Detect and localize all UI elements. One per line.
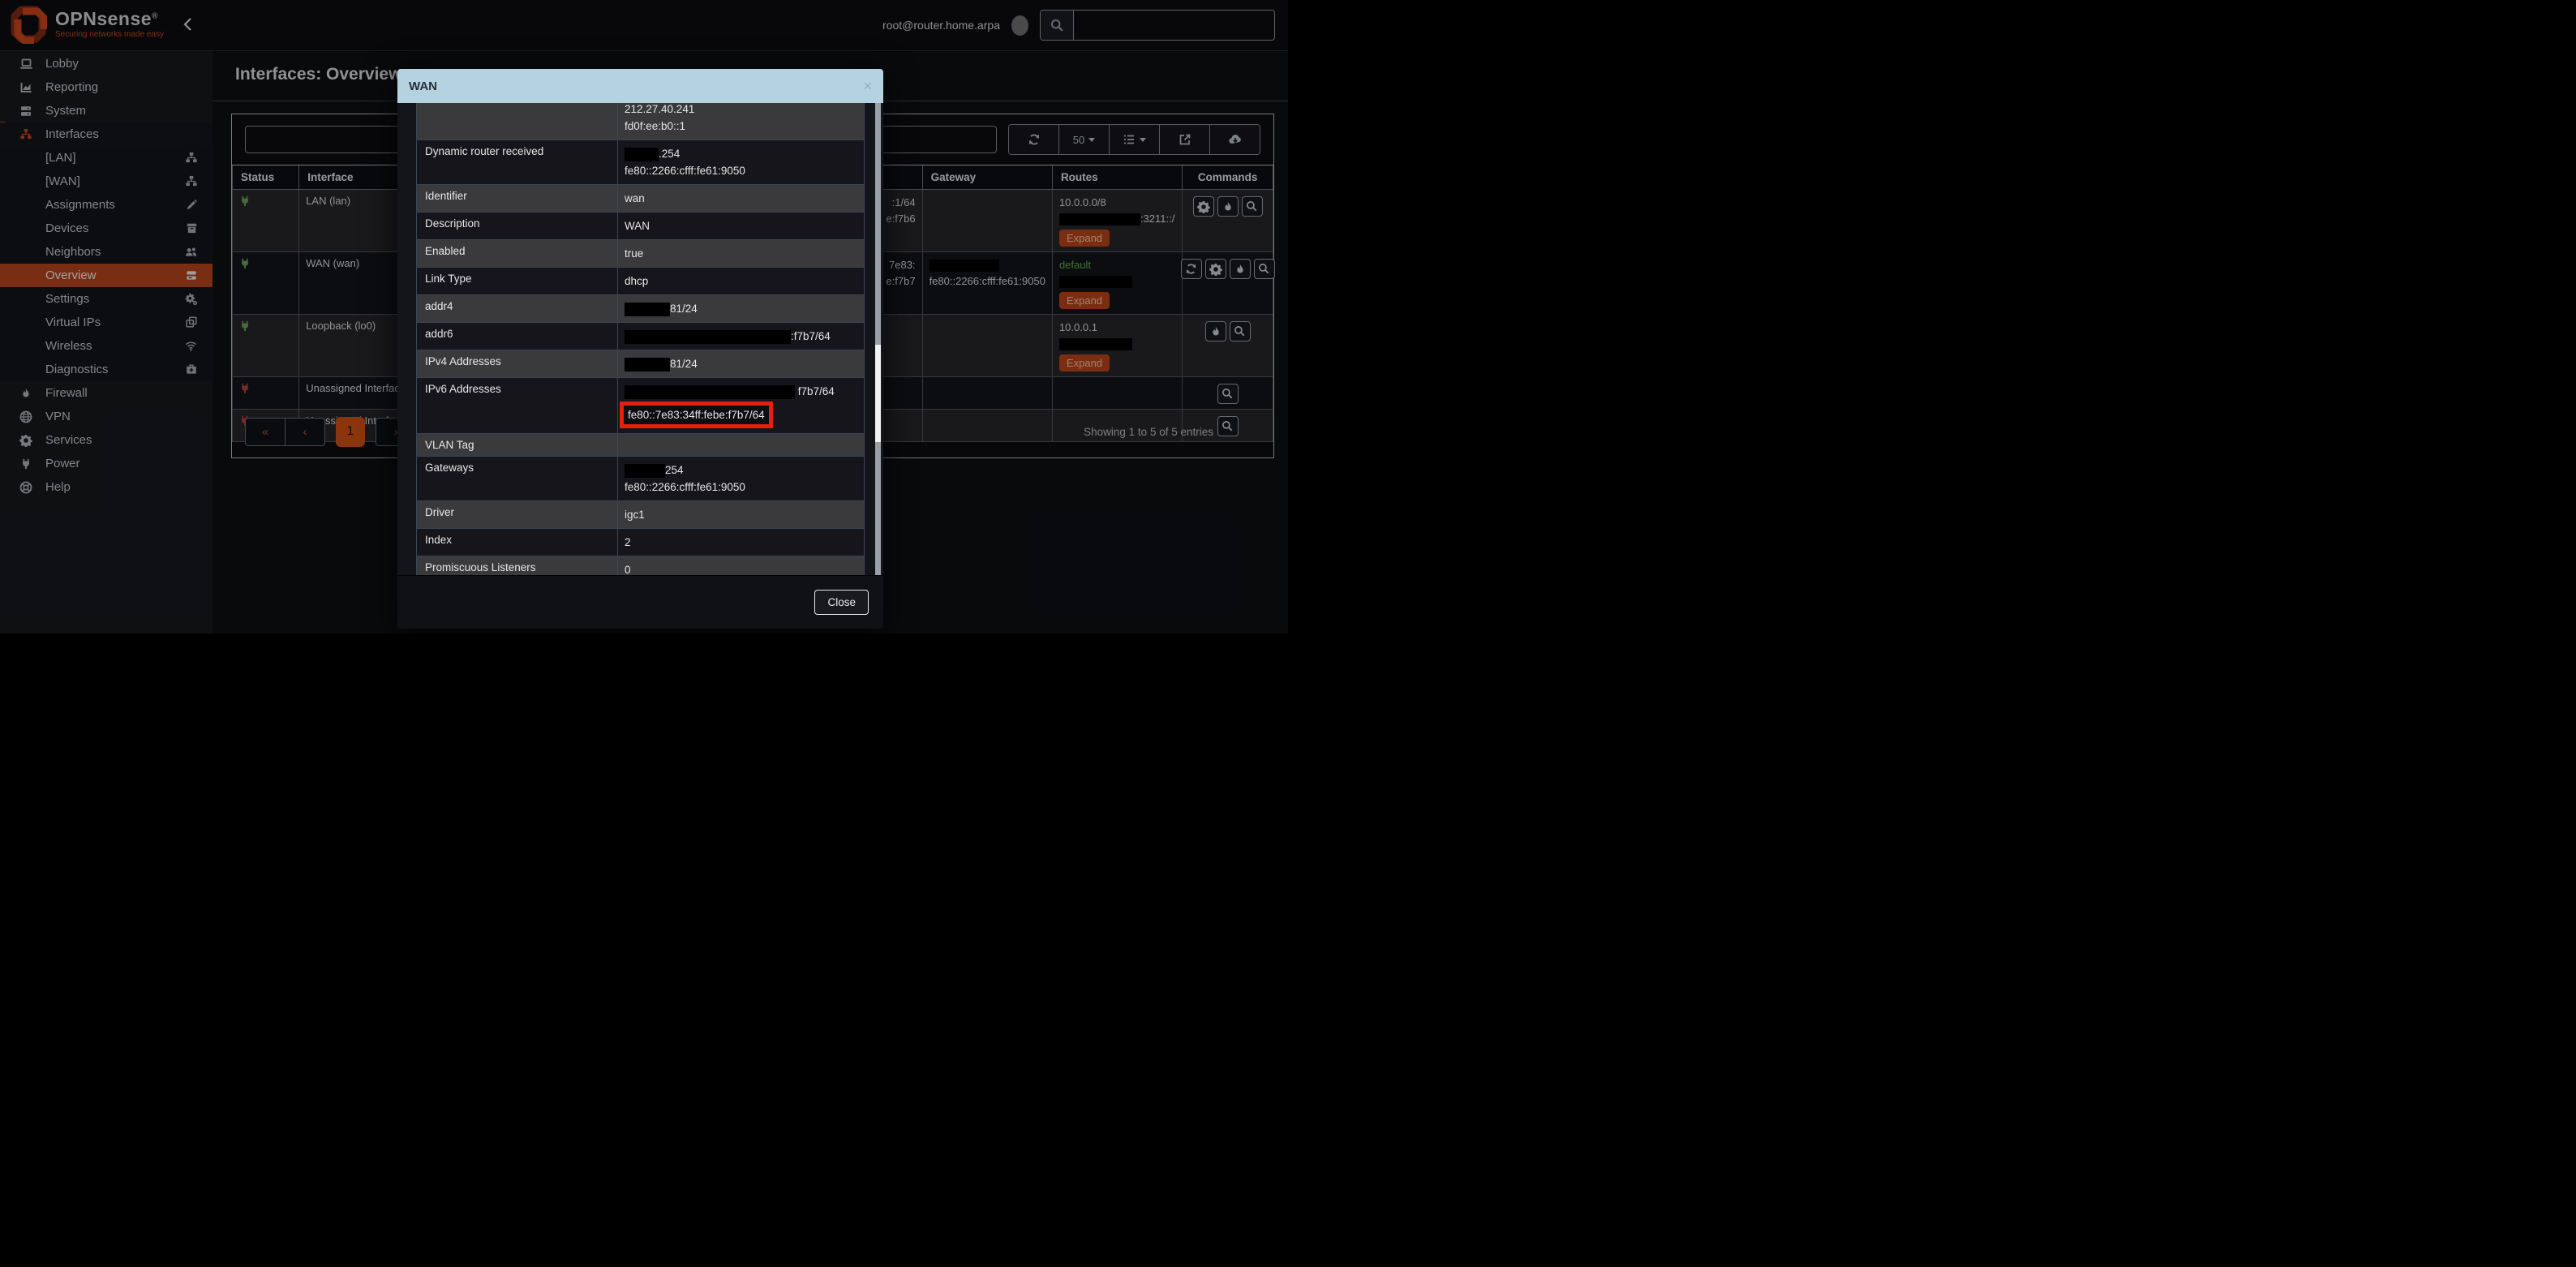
redacted-value	[625, 148, 659, 161]
modal-scrollbar-thumb[interactable]	[875, 345, 881, 442]
close-icon[interactable]: ×	[863, 79, 872, 93]
detail-label: addr6	[417, 323, 618, 350]
modal-detail-row: Enabled true	[417, 240, 864, 268]
value-text: 0	[625, 564, 631, 575]
detail-label: IPv6 Addresses	[417, 378, 618, 433]
detail-value: true	[618, 240, 864, 267]
detail-label: Dynamic nameserver received	[417, 103, 618, 140]
modal-detail-row: Dynamic nameserver received212.27.40.240…	[417, 103, 864, 140]
modal-header: WAN ×	[397, 69, 883, 103]
value-text: wan	[625, 192, 645, 204]
modal-scrollbar[interactable]	[875, 103, 881, 575]
modal-detail-row: Identifier wan	[417, 185, 864, 213]
value-text: fd0f:ee:b0::1	[625, 120, 685, 132]
value-text: 254	[665, 464, 684, 476]
detail-label: Promiscuous Listeners	[417, 556, 618, 575]
value-text: true	[625, 247, 643, 260]
value-text: 81/24	[670, 303, 698, 315]
detail-label: Driver	[417, 501, 618, 528]
modal-body: Dynamic nameserver received212.27.40.240…	[397, 103, 883, 575]
modal-detail-row: Index 2	[417, 529, 864, 556]
value-text: igc1	[625, 509, 645, 521]
redacted-value	[625, 303, 670, 316]
detail-value: .254fe80::2266:cfff:fe61:9050	[618, 140, 864, 184]
modal-detail-row: Link Type dhcp	[417, 268, 864, 295]
detail-label: IPv4 Addresses	[417, 350, 618, 377]
value-text: fe80::2266:cfff:fe61:9050	[625, 481, 745, 493]
modal-footer: Close	[397, 575, 883, 629]
detail-value: 81/24	[618, 295, 864, 322]
detail-value	[618, 434, 864, 456]
detail-value: 254fe80::2266:cfff:fe61:9050	[618, 457, 864, 500]
detail-label: Index	[417, 529, 618, 556]
value-text: fe80::2266:cfff:fe61:9050	[625, 165, 745, 177]
detail-label: addr4	[417, 295, 618, 322]
detail-value: 2	[618, 529, 864, 556]
modal-detail-row: Promiscuous Listeners 0	[417, 556, 864, 575]
value-text: .254	[659, 148, 680, 160]
redacted-value	[625, 330, 791, 344]
modal-detail-row: addr4 81/24	[417, 295, 864, 323]
detail-label: Enabled	[417, 240, 618, 267]
modal-detail-row: Gateways254fe80::2266:cfff:fe61:9050	[417, 457, 864, 501]
value-text: dhcp	[625, 275, 648, 287]
modal-detail-row: Description WAN	[417, 213, 864, 240]
value-text: 81/24	[670, 358, 698, 370]
detail-value: 212.27.40.240212.27.40.241fd0f:ee:b0::1	[618, 103, 864, 140]
redacted-value	[625, 385, 795, 399]
detail-value: wan	[618, 185, 864, 212]
redacted-value	[625, 464, 665, 478]
value-text: :f7b7/64	[791, 330, 831, 342]
modal-detail-row: Dynamic router received.254fe80::2266:cf…	[417, 140, 864, 185]
modal-detail-row: VLAN Tag	[417, 434, 864, 457]
modal-detail-row: IPv6 Addresses f7b7/64fe80::7e83:34ff:fe…	[417, 378, 864, 434]
modal-detail-row: IPv4 Addresses 81/24	[417, 350, 864, 378]
detail-value: 0	[618, 556, 864, 575]
detail-value: f7b7/64fe80::7e83:34ff:febe:f7b7/64	[618, 378, 864, 433]
value-text: 212.27.40.241	[625, 103, 694, 115]
detail-label: Gateways	[417, 457, 618, 500]
detail-value: WAN	[618, 213, 864, 239]
value-text: f7b7/64	[795, 385, 835, 397]
detail-value: dhcp	[618, 268, 864, 294]
close-button[interactable]: Close	[814, 590, 869, 615]
modal-detail-row: addr6 :f7b7/64	[417, 323, 864, 350]
detail-label: Description	[417, 213, 618, 239]
detail-value: 81/24	[618, 350, 864, 377]
opnsense-app: OPNsense® Securing networks made easy ro…	[0, 0, 1288, 634]
detail-label: VLAN Tag	[417, 434, 618, 456]
detail-label: Identifier	[417, 185, 618, 212]
wan-details-modal: WAN × Dynamic nameserver received212.27.…	[397, 69, 883, 629]
modal-detail-row: Driver igc1	[417, 501, 864, 529]
highlighted-ipv6-address: fe80::7e83:34ff:febe:f7b7/64	[620, 402, 773, 428]
value-text: 2	[625, 536, 631, 548]
modal-title: WAN	[409, 79, 437, 93]
detail-label: Link Type	[417, 268, 618, 294]
detail-value: igc1	[618, 501, 864, 528]
value-text: WAN	[625, 220, 650, 232]
detail-label: Dynamic router received	[417, 140, 618, 184]
detail-value: :f7b7/64	[618, 323, 864, 350]
redacted-value	[625, 358, 670, 372]
